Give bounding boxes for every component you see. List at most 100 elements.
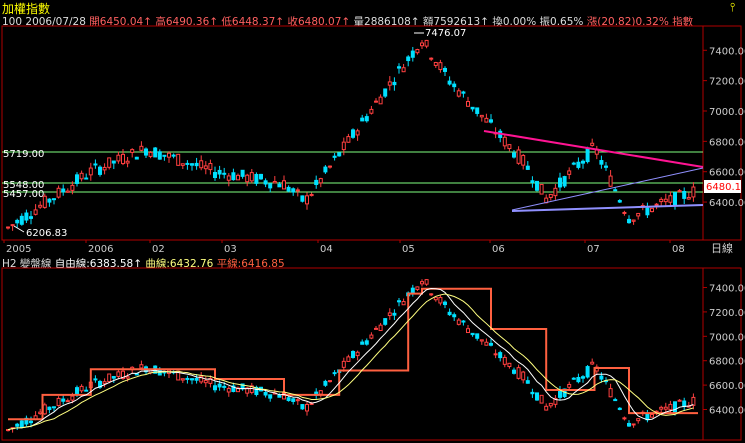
candle-body	[130, 366, 135, 371]
candle-body	[507, 362, 512, 367]
candle-body	[157, 151, 162, 160]
candle-body	[33, 415, 38, 420]
candle-body	[102, 381, 107, 385]
candle-body	[498, 352, 503, 359]
price-chart[interactable]: 7400.00 7200.00 7000.00 6800.00 6600.00 6400.…	[0, 0, 745, 443]
candle-body	[176, 153, 181, 166]
candle-body	[107, 157, 112, 168]
support-line	[511, 204, 704, 212]
candle-body	[323, 380, 328, 386]
candle-body	[475, 107, 480, 114]
candle-body	[47, 198, 52, 203]
candle-body	[222, 172, 227, 175]
candle-body	[663, 198, 668, 203]
candle-body	[479, 114, 484, 118]
candle-body	[530, 180, 535, 183]
candle-body	[415, 286, 420, 290]
candle-body	[19, 215, 24, 225]
candle-body	[650, 414, 654, 418]
change: 漲(20.82)0.32%	[586, 16, 669, 28]
candle-body	[387, 81, 392, 86]
candle-body	[222, 385, 227, 388]
candle-body	[401, 67, 406, 73]
candle-body	[521, 154, 526, 166]
candle-body	[15, 423, 20, 427]
candle-body	[185, 377, 190, 380]
candle-body	[640, 205, 645, 208]
candle-body	[148, 369, 153, 374]
high-price: 高6490.36↑	[155, 16, 219, 28]
candle-body	[157, 368, 162, 376]
candle-body	[571, 377, 576, 380]
candle-body	[604, 165, 608, 168]
candle-body	[272, 180, 277, 184]
candle-body	[364, 340, 369, 345]
last-price-value: 6480.1	[706, 182, 741, 193]
open-price: 開6450.04↑	[89, 16, 152, 28]
candle-body	[185, 162, 190, 165]
candle-body	[42, 404, 47, 415]
candle-body	[516, 367, 521, 379]
candle-body	[484, 341, 489, 346]
candle-body	[328, 380, 332, 383]
candle-body	[567, 383, 572, 388]
candle-body	[691, 396, 696, 406]
candle-body	[213, 385, 217, 391]
candle-body	[360, 117, 365, 122]
candle-body	[470, 332, 475, 336]
candle-body	[341, 360, 346, 368]
candle-body	[397, 300, 401, 303]
y-tick-label: 7000.00	[709, 107, 745, 118]
candle-body	[452, 83, 457, 88]
candle-body	[433, 296, 438, 301]
candle-body	[144, 148, 148, 156]
candle-body	[576, 161, 581, 168]
candle-body	[47, 406, 52, 411]
candle-body	[447, 80, 452, 85]
candle-body	[19, 420, 24, 428]
candle-body	[24, 212, 29, 221]
quote-stats-row: 100 2006/07/28 開6450.04↑ 高6490.36↑ 低6448…	[2, 14, 693, 29]
candle-body	[663, 406, 668, 410]
candle-body	[489, 342, 493, 346]
x-axis-unit: 日線	[711, 241, 733, 255]
candle-body	[544, 197, 549, 204]
candle-body	[332, 372, 337, 375]
candle-body	[401, 301, 406, 306]
candle-body	[171, 154, 176, 157]
index-label: 指數	[672, 16, 694, 28]
candle-body	[88, 167, 93, 176]
candle-body	[121, 153, 125, 165]
candle-body	[631, 219, 636, 222]
candle-body	[153, 147, 158, 158]
candle-body	[420, 281, 424, 285]
indicator-name[interactable]: 變盤線	[20, 258, 52, 270]
h-line-label: 5548.00	[3, 180, 44, 191]
candle-body	[429, 293, 434, 296]
candle-body	[346, 356, 351, 362]
candle-body	[456, 90, 461, 97]
candle-body	[502, 356, 507, 365]
candle-body	[429, 57, 434, 60]
y-tick-label: 6600.00	[709, 381, 745, 392]
candle-body	[277, 394, 282, 398]
candle-body	[176, 370, 181, 381]
y-tick-label: 7200.00	[709, 77, 745, 88]
candle-body	[617, 407, 622, 410]
candle-body	[558, 177, 562, 188]
candle-body	[300, 404, 305, 410]
candle-body	[217, 383, 222, 388]
candle-body	[332, 155, 337, 158]
candle-body	[300, 195, 305, 202]
y-tick-label: 7000.00	[709, 332, 745, 343]
candle-body	[581, 160, 585, 164]
price-panel-border	[1, 25, 742, 241]
low-marker: 6206.83	[26, 228, 67, 239]
candle-body	[493, 353, 498, 356]
candle-body	[282, 391, 286, 400]
candle-body	[208, 162, 213, 171]
pin-icon[interactable]: ⫯	[730, 0, 735, 15]
candle-body	[456, 319, 461, 325]
x-axis-label: 03	[224, 244, 237, 255]
candle-body	[167, 369, 171, 374]
